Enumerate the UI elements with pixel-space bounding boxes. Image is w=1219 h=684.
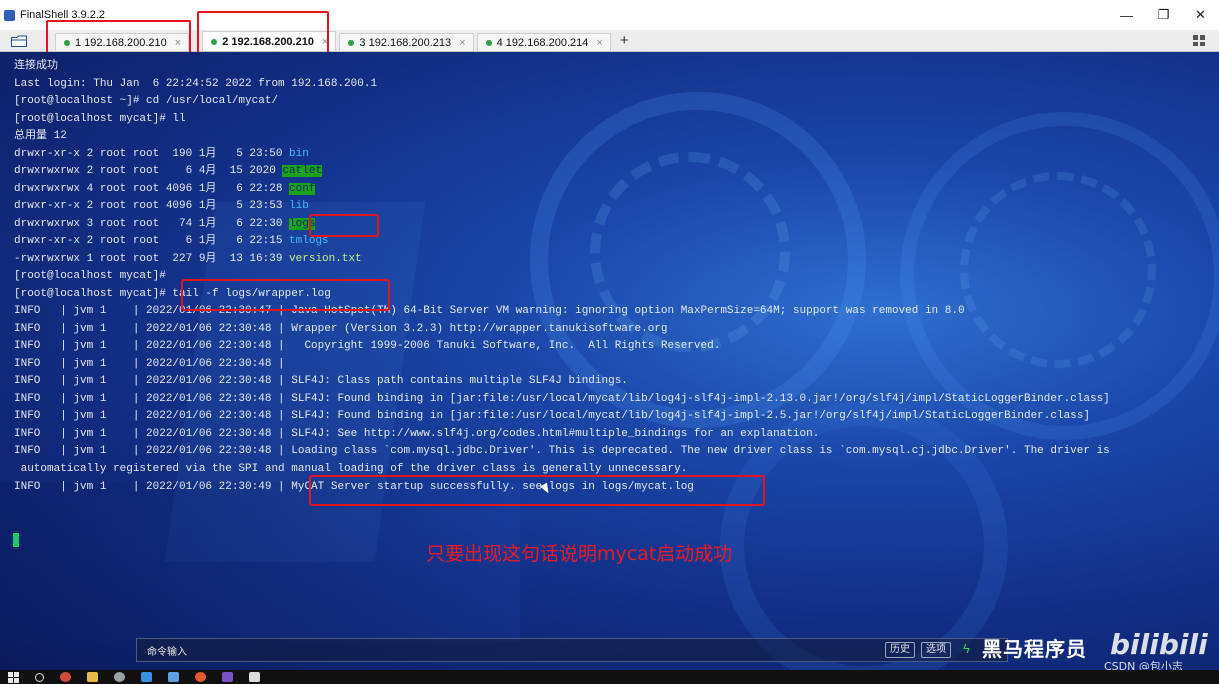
listing-row: drwxr-xr-x 2 root root 6 1月 6 22:15 tmlo… [14, 233, 329, 250]
log-line: INFO | jvm 1 | 2022/01/06 22:30:48 | Wra… [14, 323, 668, 335]
terminal-line: [root@localhost mycat]# ll [14, 113, 186, 125]
tab-close-icon[interactable]: × [459, 37, 465, 49]
file-name: conf [289, 183, 316, 195]
log-line: INFO | jvm 1 | 2022/01/06 22:30:48 | SLF… [14, 375, 628, 387]
log-line: INFO | jvm 1 | 2022/01/06 22:30:48 | SLF… [14, 428, 820, 440]
session-tab-2[interactable]: 2 192.168.200.210 × [197, 11, 337, 54]
minimize-button[interactable]: — [1108, 0, 1145, 30]
listing-meta: drwxrwxrwx 3 root root 74 1月 6 22:30 [14, 218, 290, 230]
window-controls: — ❐ ✕ [1108, 0, 1219, 30]
command-input-bar[interactable]: 命令输入 历史 选项 ϟ [136, 638, 1008, 662]
app-icon[interactable] [222, 672, 233, 682]
connected-dot-icon [485, 39, 492, 46]
tab-close-icon[interactable]: × [596, 37, 602, 49]
tab-close-icon[interactable]: × [322, 36, 328, 48]
listing-meta: drwxr-xr-x 2 root root 4096 1月 5 23:53 [14, 200, 290, 212]
connected-dot-icon [211, 38, 218, 45]
listing-row: drwxrwxrwx 2 root root 6 4月 15 2020 catl… [14, 163, 323, 180]
listing-row: drwxr-xr-x 2 root root 190 1月 5 23:50 bi… [14, 146, 309, 163]
command-input-label: 命令输入 [147, 647, 187, 658]
log-line-success: INFO | jvm 1 | 2022/01/06 22:30:49 | MyC… [14, 481, 694, 493]
log-line: INFO | jvm 1 | 2022/01/06 22:30:48 | Cop… [14, 340, 721, 352]
watermark: CSDN @包小志 [1104, 660, 1183, 670]
search-icon[interactable] [35, 672, 44, 682]
terminal-line: 连接成功 [14, 60, 58, 72]
connected-dot-icon [348, 39, 355, 46]
tab-label: 4 192.168.200.214 [496, 36, 589, 49]
add-tab-button[interactable]: + [620, 32, 629, 49]
maximize-button[interactable]: ❐ [1145, 0, 1182, 30]
app-icon [4, 9, 15, 21]
terminal-line: [root@localhost mycat]# tail -f logs/wra… [14, 288, 331, 300]
app-icon[interactable] [141, 672, 152, 682]
window-title: FinalShell 3.9.2.2 [20, 9, 105, 21]
tab-label: 3 192.168.200.213 [359, 36, 452, 49]
app-icon[interactable] [114, 672, 125, 682]
folder-icon[interactable] [11, 35, 27, 47]
listing-meta: drwxr-xr-x 2 root root 6 1月 6 22:15 [14, 235, 290, 247]
tab-label: 2 192.168.200.210 [222, 35, 314, 48]
session-tab-1[interactable]: 1 192.168.200.210 × [46, 20, 191, 54]
listing-row: drwxrwxrwx 3 root root 74 1月 6 22:30 log… [14, 216, 316, 233]
terminal-cursor [13, 533, 19, 547]
connected-dot-icon [64, 39, 70, 46]
browser-icon[interactable] [60, 672, 71, 682]
os-taskbar [0, 670, 1219, 684]
session-tab-4[interactable]: 4 192.168.200.214 × [476, 33, 611, 51]
log-line: INFO | jvm 1 | 2022/01/06 22:30:48 | [14, 358, 285, 370]
title-bar: FinalShell 3.9.2.2 — ❐ ✕ [0, 0, 1219, 30]
log-line: INFO | jvm 1 | 2022/01/06 22:30:48 | Loa… [14, 445, 1110, 457]
session-tab-3[interactable]: 3 192.168.200.213 × [339, 33, 474, 51]
terminal-line: Last login: Thu Jan 6 22:24:52 2022 from… [14, 78, 378, 90]
windows-start-icon[interactable] [8, 671, 19, 683]
file-name: version.txt [289, 253, 362, 265]
options-button[interactable]: 选项 [921, 642, 951, 658]
log-line: INFO | jvm 1 | 2022/01/06 22:30:47 | Jav… [14, 305, 965, 317]
file-name: tmlogs [289, 235, 329, 247]
listing-meta: drwxrwxrwx 4 root root 4096 1月 6 22:28 [14, 183, 290, 195]
log-line: automatically registered via the SPI and… [14, 463, 688, 475]
terminal-area[interactable]: 连接成功 Last login: Thu Jan 6 22:24:52 2022… [0, 52, 1219, 670]
history-button[interactable]: 历史 [885, 642, 915, 658]
app-icon[interactable] [249, 672, 260, 682]
file-name: logs [289, 218, 316, 230]
file-name: catlet [282, 165, 323, 177]
listing-row: drwxr-xr-x 2 root root 4096 1月 5 23:53 l… [14, 198, 309, 215]
annotation-text: 只要出现这句话说明mycat启动成功 [426, 543, 733, 565]
finalshell-icon[interactable] [168, 672, 179, 682]
session-tab-bar: 1 192.168.200.210 × 2 192.168.200.210 × … [0, 11, 1219, 54]
tab-label: 1 192.168.200.210 [75, 36, 167, 49]
close-button[interactable]: ✕ [1182, 0, 1219, 30]
listing-row: drwxrwxrwx 4 root root 4096 1月 6 22:28 c… [14, 181, 316, 198]
log-line: INFO | jvm 1 | 2022/01/06 22:30:48 | SLF… [14, 410, 1090, 422]
file-explorer-icon[interactable] [87, 672, 98, 682]
tab-close-icon[interactable]: × [175, 37, 181, 49]
file-name: bin [289, 148, 309, 160]
listing-meta: -rwxrwxrwx 1 root root 227 9月 13 16:39 [14, 253, 290, 265]
listing-row: -rwxrwxrwx 1 root root 227 9月 13 16:39 v… [14, 251, 362, 268]
terminal-line: [root@localhost ~]# cd /usr/local/mycat/ [14, 95, 279, 107]
brand-logo-secondary: bilibili [1110, 628, 1208, 661]
app-icon[interactable] [195, 672, 206, 682]
bolt-icon[interactable]: ϟ [963, 641, 970, 656]
terminal-line: 总用量 12 [14, 130, 67, 142]
listing-meta: drwxrwxrwx 2 root root 6 4月 15 2020 [14, 165, 283, 177]
log-line: INFO | jvm 1 | 2022/01/06 22:30:48 | SLF… [14, 393, 1110, 405]
grid-layout-icon[interactable] [1193, 35, 1205, 46]
file-name: lib [289, 200, 309, 212]
background-decoration [960, 172, 1156, 368]
terminal-line: [root@localhost mycat]# [14, 270, 173, 282]
listing-meta: drwxr-xr-x 2 root root 190 1月 5 23:50 [14, 148, 290, 160]
brand-logo: 黑马程序员 [982, 637, 1087, 661]
